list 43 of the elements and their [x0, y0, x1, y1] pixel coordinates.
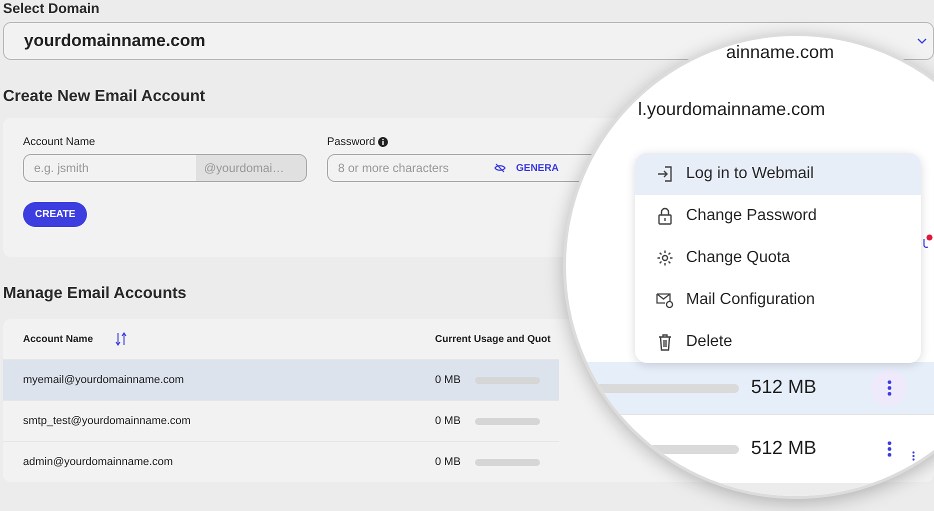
domain-fragment: ainname.com — [726, 42, 834, 62]
vertical-dots-icon — [886, 379, 892, 397]
login-icon — [656, 165, 674, 183]
sort-icon[interactable] — [115, 332, 128, 346]
account-row[interactable]: myemail@yourdomainname.com 0 MB — [3, 359, 559, 400]
chevron-down-icon — [917, 37, 927, 45]
generate-button[interactable]: GENERA — [516, 162, 559, 174]
mail-settings-icon — [656, 291, 674, 309]
menu-item[interactable]: Delete — [635, 321, 921, 363]
account-row[interactable]: smtp_test@yourdomainname.com 0 MB — [3, 400, 559, 441]
quota-value: 512 MB — [751, 438, 818, 460]
column-header[interactable]: Account Name — [23, 334, 94, 344]
section-heading: Manage Email Accounts — [3, 285, 186, 303]
vertical-dots-icon — [886, 440, 892, 458]
trash-icon — [656, 333, 674, 351]
notification-icon — [921, 234, 933, 250]
usage-bar — [475, 458, 540, 466]
field-label: Password — [327, 136, 376, 148]
lock-icon — [656, 207, 674, 225]
gear-icon — [656, 249, 674, 267]
create-button[interactable]: CREATE — [23, 202, 88, 227]
quota-value: 512 MB — [751, 377, 818, 399]
eye-slash-icon[interactable] — [494, 162, 506, 174]
account-email: smtp_test@yourdomainname.com — [23, 415, 191, 427]
account-row[interactable]: admin@yourdomainname.com 0 MB — [3, 441, 559, 482]
usage-value: 0 MB — [435, 374, 462, 386]
account-email: admin@yourdomainname.com — [23, 456, 173, 468]
usage-bar — [475, 418, 540, 424]
section-heading: Create New Email Account — [3, 88, 206, 106]
more-options-button[interactable] — [871, 370, 907, 406]
section-heading: Select Domain — [3, 0, 100, 14]
usage-value: 0 MB — [435, 456, 462, 468]
menu-item[interactable]: Log in to Webmail — [635, 153, 921, 195]
field-label: Account Name — [23, 136, 96, 148]
column-header: Current Usage and Quot — [435, 334, 551, 344]
vertical-dots-icon — [912, 450, 914, 462]
menu-item[interactable]: Change Password — [635, 195, 921, 237]
usage-value: 0 MB — [435, 415, 462, 427]
menu-item[interactable]: Mail Configuration — [635, 279, 921, 321]
info-icon — [378, 137, 388, 147]
mail-domain-fragment: l.yourdomainname.com — [638, 99, 826, 119]
menu-item[interactable]: Change Quota — [635, 237, 921, 279]
account-email: myemail@yourdomainname.com — [23, 374, 184, 386]
